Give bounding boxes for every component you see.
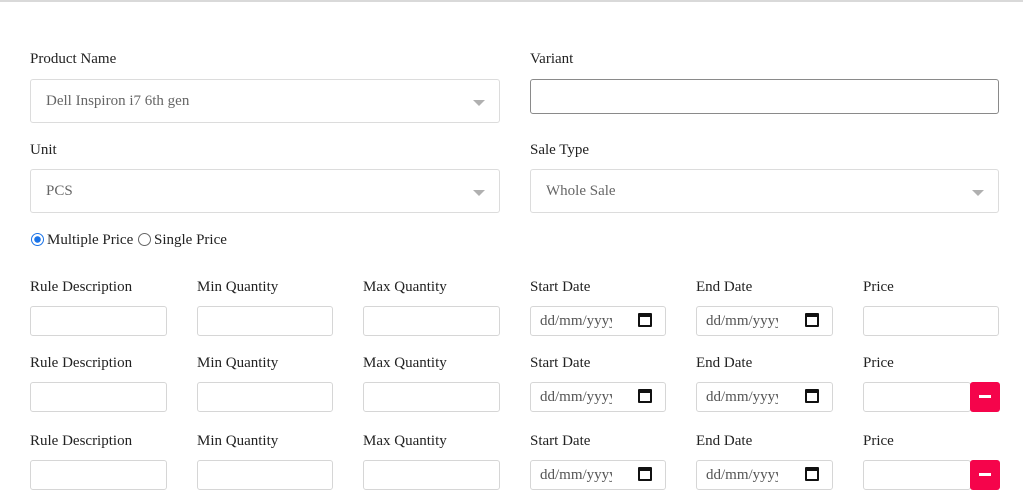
sale-type-label: Sale Type	[530, 142, 590, 158]
unit-label: Unit	[30, 142, 57, 158]
top-divider	[0, 0, 1023, 4]
start-date-label: Start Date	[530, 433, 591, 449]
end-date-label: End Date	[696, 433, 753, 449]
product-name-select[interactable]: Dell Inspiron i7 6th gen	[30, 79, 500, 123]
min-quantity-label: Min Quantity	[197, 433, 279, 449]
price-label: Price	[863, 279, 894, 295]
rule-description-input[interactable]	[30, 460, 167, 490]
minus-icon	[979, 395, 991, 398]
rule-description-label: Rule Description	[30, 355, 133, 371]
end-date-input[interactable]: dd/mm/yyyy	[696, 460, 833, 490]
start-date-input[interactable]: dd/mm/yyyy	[530, 306, 666, 336]
end-date-input[interactable]: dd/mm/yyyy	[696, 382, 833, 412]
min-quantity-input[interactable]	[197, 382, 333, 412]
unit-select[interactable]: PCS	[30, 169, 500, 213]
end-date-placeholder: dd/mm/yyyy	[706, 467, 778, 483]
max-quantity-input[interactable]	[363, 382, 500, 412]
chevron-down-icon	[972, 190, 984, 196]
end-date-label: End Date	[696, 279, 753, 295]
calendar-icon[interactable]	[638, 467, 652, 481]
calendar-icon[interactable]	[638, 313, 652, 327]
rule-description-label: Rule Description	[30, 433, 133, 449]
unit-value: PCS	[46, 183, 73, 199]
min-quantity-input[interactable]	[197, 306, 333, 336]
start-date-label: Start Date	[530, 355, 591, 371]
chevron-down-icon	[473, 100, 485, 106]
start-date-input[interactable]: dd/mm/yyyy	[530, 460, 666, 490]
variant-input[interactable]	[530, 79, 999, 114]
single-price-radio[interactable]	[138, 233, 151, 246]
end-date-placeholder: dd/mm/yyyy	[706, 313, 778, 329]
multiple-price-label[interactable]: Multiple Price	[47, 232, 133, 249]
remove-row-button[interactable]	[970, 382, 1000, 412]
chevron-down-icon	[473, 190, 485, 196]
calendar-icon[interactable]	[805, 389, 819, 403]
price-input[interactable]	[863, 306, 999, 336]
min-quantity-input[interactable]	[197, 460, 333, 490]
price-label: Price	[863, 355, 894, 371]
min-quantity-label: Min Quantity	[197, 355, 279, 371]
end-date-label: End Date	[696, 355, 753, 371]
remove-row-button[interactable]	[970, 460, 1000, 490]
end-date-placeholder: dd/mm/yyyy	[706, 389, 778, 405]
max-quantity-label: Max Quantity	[363, 279, 447, 295]
price-label: Price	[863, 433, 894, 449]
rule-description-input[interactable]	[30, 382, 167, 412]
start-date-label: Start Date	[530, 279, 591, 295]
sale-type-select[interactable]: Whole Sale	[530, 169, 999, 213]
start-date-placeholder: dd/mm/yyyy	[540, 389, 612, 405]
price-input[interactable]	[863, 460, 971, 490]
calendar-icon[interactable]	[805, 313, 819, 327]
start-date-placeholder: dd/mm/yyyy	[540, 467, 612, 483]
rule-description-input[interactable]	[30, 306, 167, 336]
sale-type-value: Whole Sale	[546, 183, 616, 199]
variant-label: Variant	[530, 51, 574, 67]
max-quantity-label: Max Quantity	[363, 433, 447, 449]
max-quantity-input[interactable]	[363, 460, 500, 490]
minus-icon	[979, 473, 991, 476]
price-input[interactable]	[863, 382, 971, 412]
multiple-price-radio[interactable]	[31, 233, 44, 246]
product-name-label: Product Name	[30, 51, 117, 67]
start-date-placeholder: dd/mm/yyyy	[540, 313, 612, 329]
max-quantity-label: Max Quantity	[363, 355, 447, 371]
single-price-label[interactable]: Single Price	[154, 232, 227, 249]
end-date-input[interactable]: dd/mm/yyyy	[696, 306, 833, 336]
calendar-icon[interactable]	[805, 467, 819, 481]
min-quantity-label: Min Quantity	[197, 279, 279, 295]
start-date-input[interactable]: dd/mm/yyyy	[530, 382, 666, 412]
product-name-value: Dell Inspiron i7 6th gen	[46, 93, 190, 109]
calendar-icon[interactable]	[638, 389, 652, 403]
max-quantity-input[interactable]	[363, 306, 500, 336]
rule-description-label: Rule Description	[30, 279, 133, 295]
